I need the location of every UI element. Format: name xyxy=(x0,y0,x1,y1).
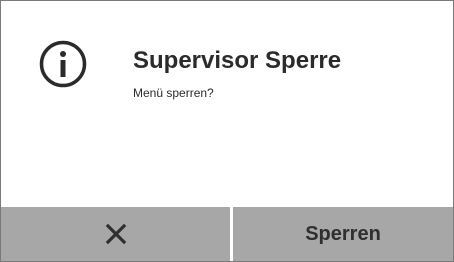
supervisor-lock-dialog: Supervisor Sperre Menü sperren? Sperren xyxy=(0,0,454,262)
dialog-message: Menü sperren? xyxy=(133,86,214,100)
lock-button-label: Sperren xyxy=(305,222,381,245)
dialog-title: Supervisor Sperre xyxy=(133,47,342,74)
lock-button[interactable]: Sperren xyxy=(233,207,453,261)
close-icon xyxy=(105,223,127,245)
info-icon xyxy=(39,40,87,88)
dialog-button-bar: Sperren xyxy=(1,207,453,261)
cancel-button[interactable] xyxy=(1,207,230,261)
